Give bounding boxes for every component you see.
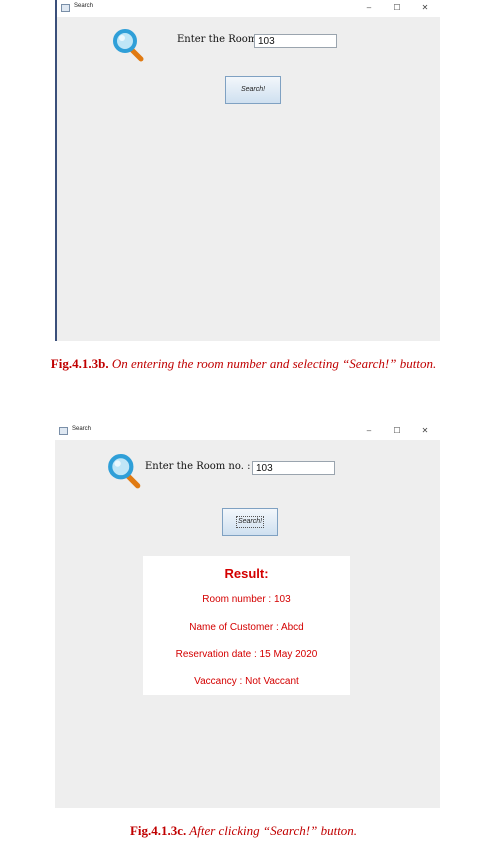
result-vacancy: Vaccancy : Not Vaccant [194, 676, 299, 687]
caption-label: Fig.4.1.3b. [50, 356, 109, 371]
window-title: Search [72, 426, 92, 432]
java-app-icon [59, 427, 68, 435]
room-number-input[interactable]: 103 [254, 34, 337, 48]
magnifier-icon [113, 29, 144, 62]
figure-caption-b: Fig.4.1.3b. On entering the room number … [0, 356, 487, 372]
close-icon[interactable]: ✕ [418, 425, 432, 437]
result-room-number: Room number : 103 [202, 594, 291, 605]
minimize-icon[interactable]: – [362, 425, 376, 437]
magnifier-icon [108, 454, 141, 489]
result-customer-name: Name of Customer : Abcd [189, 622, 304, 633]
caption-text: On entering the room number and selectin… [108, 356, 437, 371]
java-app-icon [61, 4, 70, 12]
maximize-icon[interactable]: ☐ [390, 2, 404, 14]
window-titlebar[interactable]: Search – ☐ ✕ [57, 0, 440, 17]
close-icon[interactable]: ✕ [418, 2, 432, 14]
window-titlebar[interactable]: Search – ☐ ✕ [55, 423, 440, 440]
caption-label: Fig.4.1.3c. [129, 823, 187, 838]
figure-caption-c: Fig.4.1.3c. After clicking “Search!” but… [0, 823, 487, 839]
search-button[interactable]: Search! [222, 508, 278, 536]
search-button-label: Search! [235, 516, 265, 528]
minimize-icon[interactable]: – [362, 2, 376, 14]
caption-text: After clicking “Search!” button. [186, 823, 358, 838]
room-number-input[interactable]: 103 [252, 461, 335, 475]
result-panel: Result: Room number : 103 Name of Custom… [143, 556, 350, 695]
search-button[interactable]: Search! [225, 76, 281, 104]
search-window-before: Search – ☐ ✕ Enter the Room no. : 103 Se… [55, 0, 440, 341]
result-heading: Result: [224, 566, 269, 581]
room-prompt-label: Enter the Room no. : [145, 461, 251, 472]
maximize-icon[interactable]: ☐ [390, 425, 404, 437]
window-title: Search [74, 3, 94, 9]
result-reservation-date: Reservation date : 15 May 2020 [175, 649, 318, 660]
search-window-after: Search – ☐ ✕ Enter the Room no. : 103 Se… [55, 423, 440, 808]
